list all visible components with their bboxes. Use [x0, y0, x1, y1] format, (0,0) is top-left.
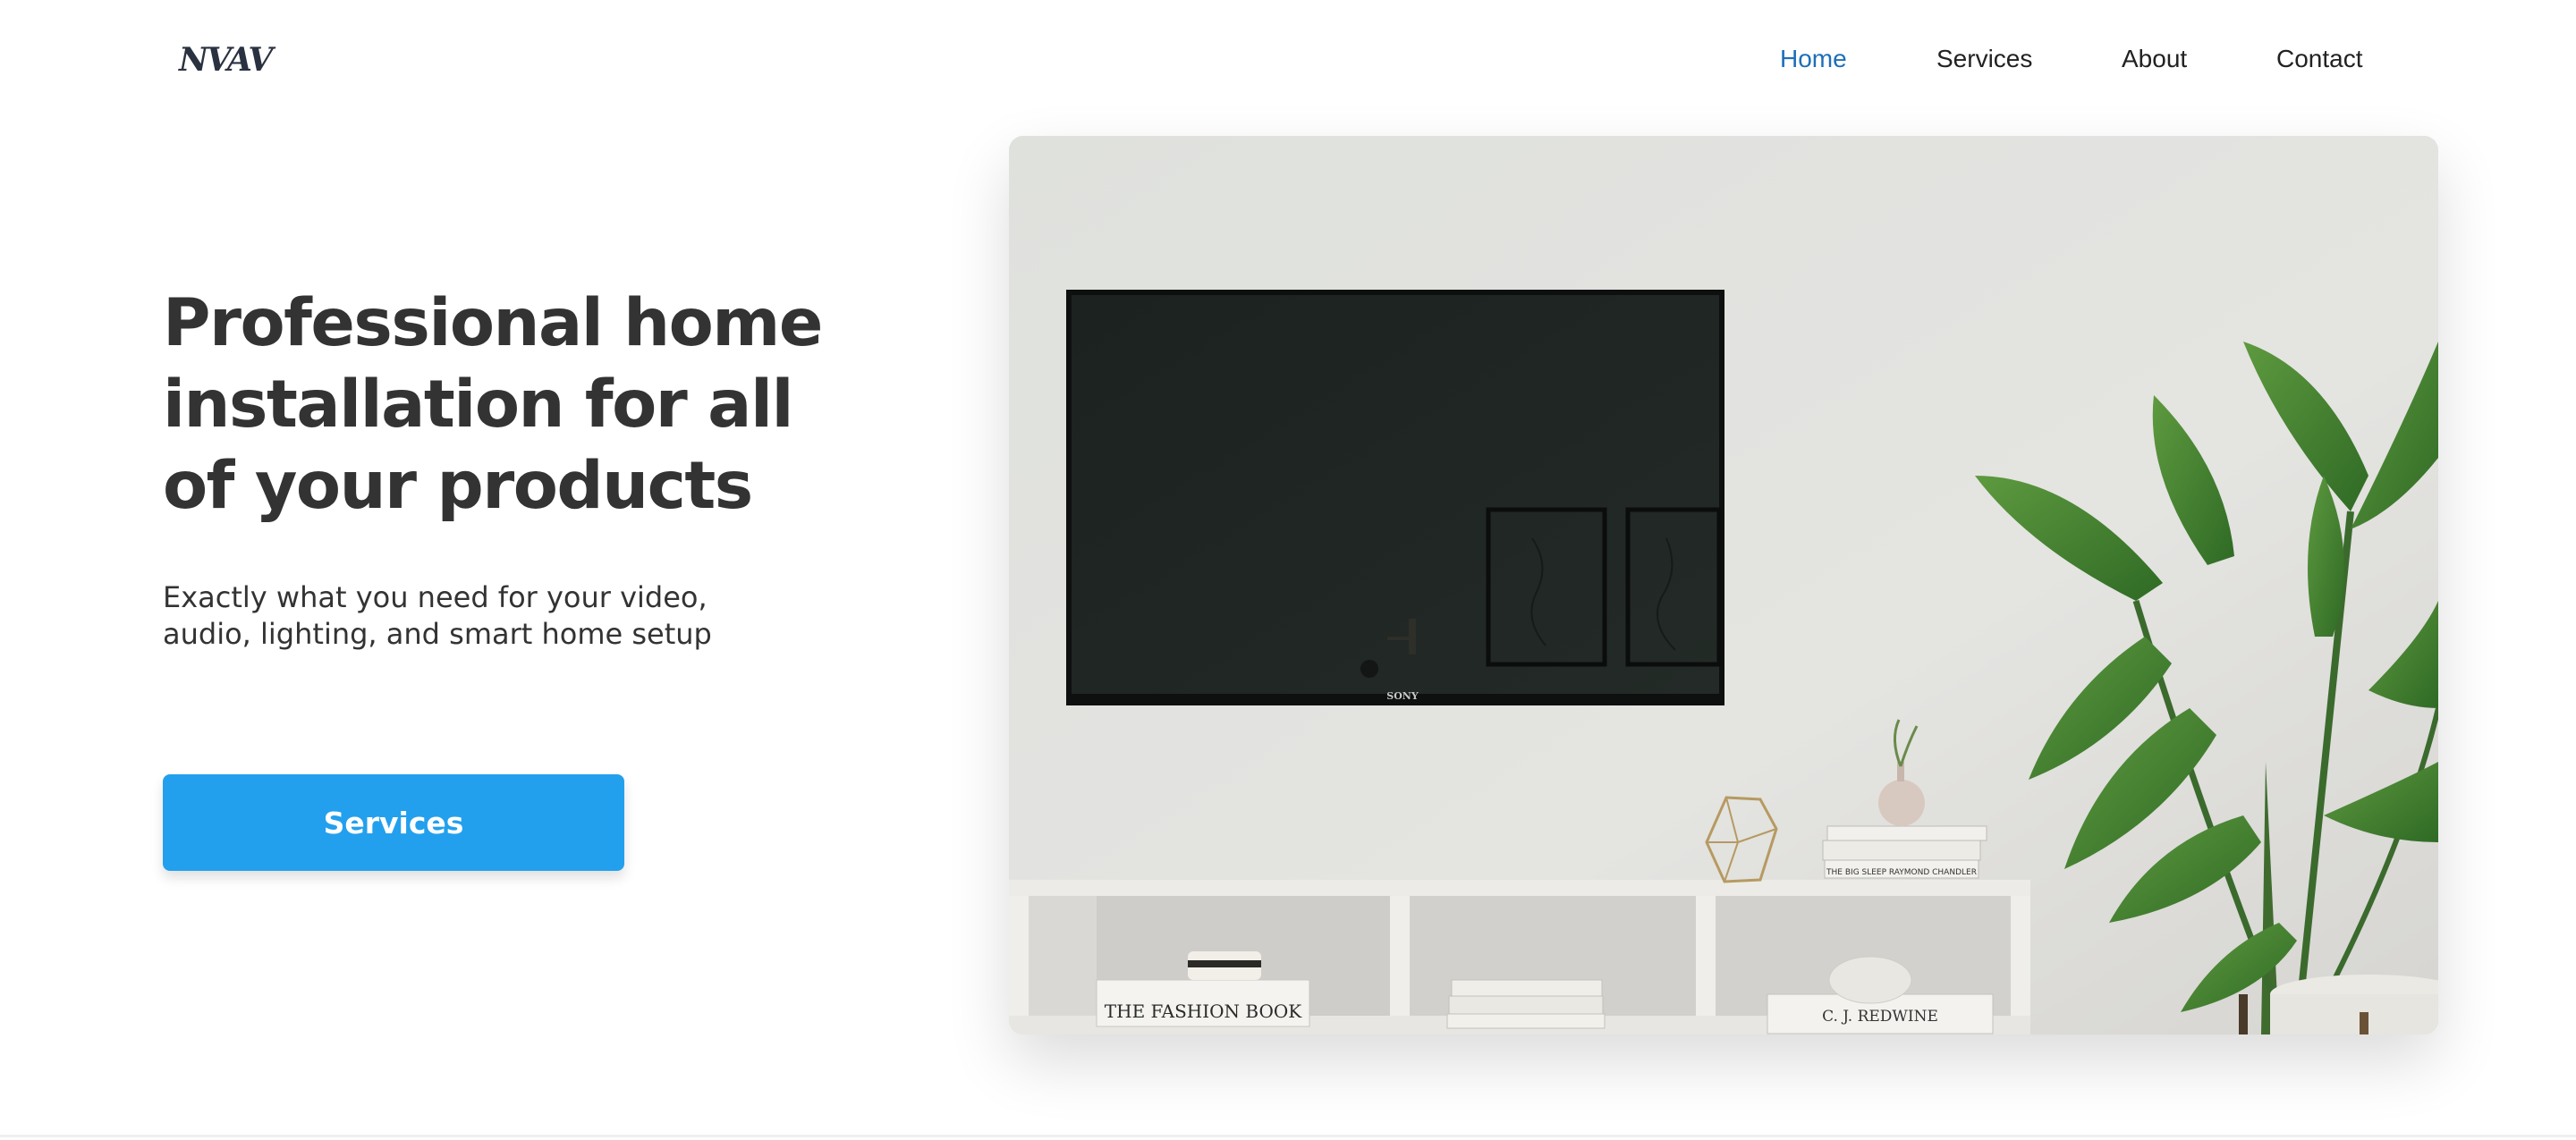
hero-title: Professional home installation for all o… — [163, 285, 823, 524]
shelf-illustration: THE FASHION BOOK C. J. REDWINE — [1009, 880, 2030, 1034]
hero-image: SONY THE FASHION BOOK C. J. REDWINE THE … — [1009, 136, 2438, 1034]
nav-services-link[interactable]: Services — [1936, 41, 2032, 77]
nav-home-link[interactable]: Home — [1780, 41, 1847, 77]
book-fashion-label: THE FASHION BOOK — [1105, 1001, 1302, 1022]
tv-brand-label: SONY — [1386, 690, 1419, 702]
nav-contact-link[interactable]: Contact — [2276, 41, 2363, 77]
hero-subtitle: Exactly what you need for your video, au… — [163, 580, 712, 651]
tv-illustration: SONY — [1066, 290, 1724, 705]
book-redwine-label: C. J. REDWINE — [1822, 1008, 1938, 1026]
book-big-sleep-label: THE BIG SLEEP RAYMOND CHANDLER — [1826, 868, 1977, 877]
bottom-divider — [0, 1135, 2576, 1137]
nav-about-link[interactable]: About — [2122, 41, 2187, 77]
main-nav: Home Services About Contact — [0, 41, 2576, 77]
services-cta-button[interactable]: Services — [163, 774, 624, 871]
